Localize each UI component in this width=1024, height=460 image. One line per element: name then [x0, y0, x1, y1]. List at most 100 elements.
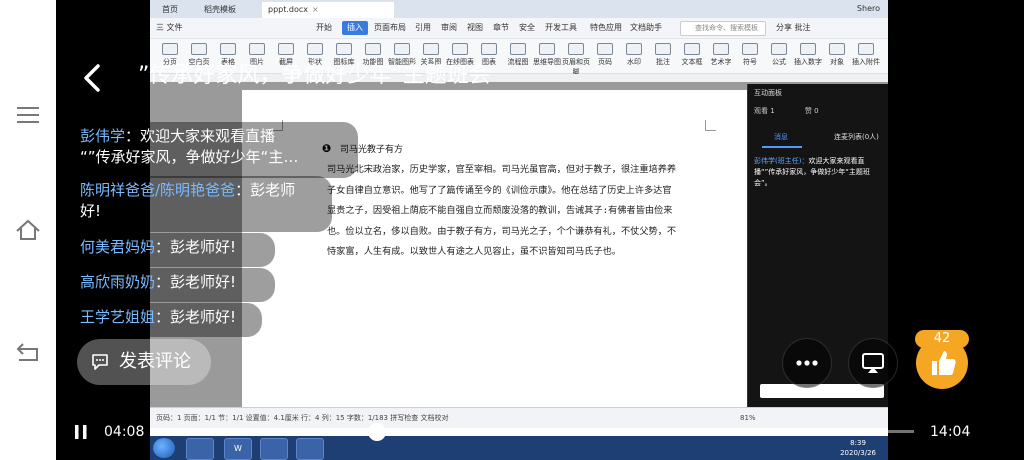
wps-tab-document-label: pppt.docx: [268, 5, 309, 14]
cast-icon: [862, 353, 884, 373]
panel-like-count: 赞 0: [804, 107, 819, 115]
comment-icon: [91, 353, 109, 371]
toolbar-button-label: 水印: [627, 58, 641, 66]
toolbar-button-label: 思维导图: [533, 58, 561, 66]
menu-layout[interactable]: 页面布局: [374, 21, 406, 35]
toolbar-button[interactable]: 符号: [736, 43, 764, 67]
current-time: 04:08: [104, 424, 145, 440]
menu-view[interactable]: 视图: [467, 21, 483, 35]
toolbar-tool-icon: [336, 43, 352, 55]
toolbar-button-label: 对象: [830, 58, 844, 66]
menu-file[interactable]: 三 文件: [156, 21, 183, 35]
menu-features[interactable]: 特色应用: [590, 21, 622, 35]
toolbar-tool-icon: [858, 43, 874, 55]
comment-user: 彭伟学: [80, 127, 126, 145]
comment-user: 高欣雨奶奶: [80, 273, 156, 291]
toolbar-tool-icon: [684, 43, 700, 55]
toolbar-button-label: 艺术字: [710, 58, 732, 66]
toolbar-tool-icon: [713, 43, 729, 55]
toolbar-tool-icon: [423, 43, 439, 55]
viewer-count: 观看 1: [754, 107, 775, 115]
toolbar-tool-icon: [829, 43, 845, 55]
toolbar-tool-icon: [365, 43, 381, 55]
comment-user: 王学艺姐姐: [80, 308, 156, 326]
toolbar-button[interactable]: 插入附件: [852, 43, 880, 67]
comment-text: 彭老师好!: [170, 308, 237, 326]
toolbar-button-label: 页码: [598, 58, 612, 66]
menu-chapter[interactable]: 章节: [493, 21, 509, 35]
toolbar-button-label: 插入数字: [794, 58, 822, 66]
toolbar-button[interactable]: 页码: [591, 43, 619, 67]
wps-tab-document[interactable]: pppt.docx ×: [262, 2, 394, 18]
wps-menu-bar: 三 文件 开始 插入 页面布局 引用 审阅 视图 章节 安全 开发工具 特色应用…: [150, 18, 888, 39]
comment-separator: ：: [155, 238, 171, 256]
back-arrow-icon[interactable]: [78, 60, 108, 96]
system-nav-rail: [0, 0, 56, 460]
wps-user-name: Shero: [856, 4, 880, 13]
comment-separator: ：: [155, 273, 171, 291]
toolbar-button[interactable]: 批注: [649, 43, 677, 67]
like-count-badge: 42: [915, 330, 969, 348]
comment-text: 彭老师好!: [170, 273, 237, 291]
menu-share-comment[interactable]: 分享 批注: [776, 21, 811, 35]
post-comment-button[interactable]: 发表评论: [77, 339, 211, 385]
toolbar-button[interactable]: 艺术字: [707, 43, 735, 67]
comment-bubble: 王学艺姐姐：彭老师好!: [80, 303, 262, 337]
toolbar-button-label: 公式: [772, 58, 786, 66]
toolbar-button-label: 符号: [743, 58, 757, 66]
menu-insert[interactable]: 插入: [342, 21, 368, 35]
comment-text-line2: “”传承好家风，争做好少年“主…: [80, 148, 299, 166]
menu-review[interactable]: 审阅: [441, 21, 457, 35]
toolbar-button[interactable]: 页眉和页脚: [562, 43, 590, 77]
toolbar-button[interactable]: 流程图: [504, 43, 532, 67]
toolbar-button-label: 插入附件: [852, 58, 880, 66]
comment-bubble: 陈明祥爸爸/陈明艳爸爸：彭老师 好!: [80, 176, 332, 232]
toolbar-button[interactable]: 水印: [620, 43, 648, 67]
progress-fill: [154, 430, 378, 433]
home-icon[interactable]: [13, 215, 43, 245]
comment-text: 彭老师好!: [170, 238, 237, 256]
menu-icon[interactable]: [13, 100, 43, 130]
more-button[interactable]: [782, 338, 832, 388]
menu-developer[interactable]: 开发工具: [545, 21, 577, 35]
total-time: 14:04: [930, 424, 971, 440]
toolbar-button[interactable]: 对象: [823, 43, 851, 67]
toolbar-tool-icon: [742, 43, 758, 55]
toolbar-tool-icon: [307, 43, 323, 55]
stream-title: ”传承好家风，争做好少年“主题班会: [138, 63, 491, 88]
menu-references[interactable]: 引用: [415, 21, 431, 35]
toolbar-tool-icon: [162, 43, 178, 55]
page-corner-mark: [705, 120, 716, 131]
menu-home[interactable]: 开始: [316, 21, 332, 35]
toolbar-tool-icon: [771, 43, 787, 55]
progress-bar[interactable]: [154, 423, 914, 441]
system-back-icon[interactable]: [13, 336, 43, 366]
pause-icon[interactable]: [74, 424, 88, 440]
active-tab-indicator: [762, 146, 802, 148]
command-search-input[interactable]: 查找命令、搜索模板: [680, 21, 766, 36]
toolbar-button-label: 批注: [656, 58, 670, 66]
comment-bubble: 高欣雨奶奶：彭老师好!: [80, 268, 275, 302]
wps-tab-docer[interactable]: 稻壳模板: [198, 2, 242, 18]
toolbar-tool-icon: [655, 43, 671, 55]
toolbar-tool-icon: [510, 43, 526, 55]
panel-title: 互动面板: [754, 89, 782, 97]
toolbar-button[interactable]: 插入数字: [794, 43, 822, 67]
toolbar-button[interactable]: 公式: [765, 43, 793, 67]
menu-security[interactable]: 安全: [519, 21, 535, 35]
toolbar-tool-icon: [597, 43, 613, 55]
comment-bubble: 彭伟学：欢迎大家来观看直播 “”传承好家风，争做好少年“主…: [80, 122, 358, 178]
menu-doc-assistant[interactable]: 文档助手: [630, 21, 662, 35]
wps-tab-home[interactable]: 首页: [156, 2, 184, 18]
toolbar-button[interactable]: 思维导图: [533, 43, 561, 67]
tab-messages[interactable]: 消息: [774, 132, 788, 142]
progress-handle[interactable]: [368, 423, 387, 441]
comment-bubble: 何美君妈妈：彭老师好!: [80, 233, 275, 267]
tab-mic-list[interactable]: 连麦列表(0人): [834, 132, 879, 142]
toolbar-button[interactable]: 文本框: [678, 43, 706, 67]
panel-tabs: 消息 连麦列表(0人): [748, 128, 888, 148]
toolbar-tool-icon: [626, 43, 642, 55]
clock-date: 2020/3/26: [840, 449, 876, 457]
close-icon[interactable]: ×: [312, 5, 319, 14]
cast-screen-button[interactable]: [848, 338, 898, 388]
